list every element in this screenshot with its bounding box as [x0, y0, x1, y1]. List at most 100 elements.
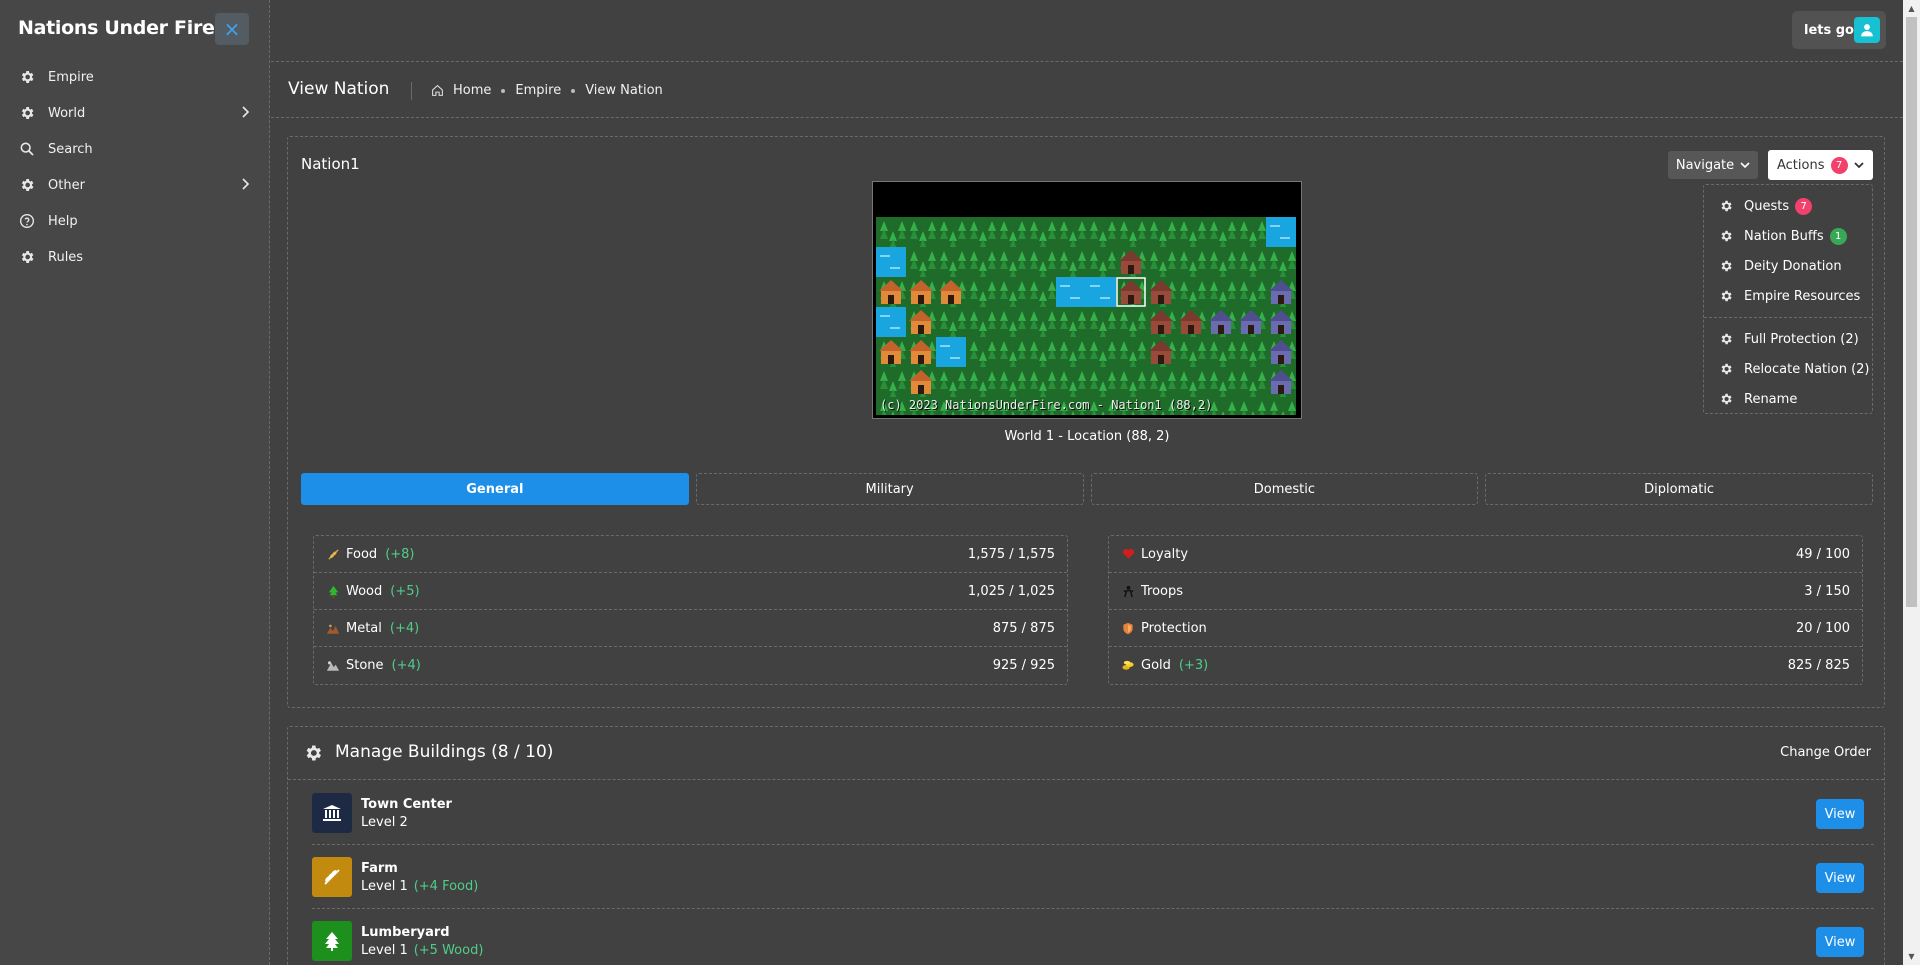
breadcrumb-home[interactable]: Home	[453, 83, 491, 98]
resource-delta: (+3)	[1178, 658, 1209, 673]
resource-delta: (+8)	[385, 546, 415, 562]
resource-label: Metal	[346, 620, 382, 636]
gear-icon	[1718, 258, 1734, 274]
sidebar-item-label: Rules	[48, 249, 84, 265]
tab-diplomatic[interactable]: Diplomatic	[1485, 473, 1873, 505]
resource-value: 875 / 875	[992, 620, 1055, 636]
resource-label: Wood	[346, 583, 383, 599]
menu-item-nation-buffs[interactable]: Nation Buffs 1	[1704, 221, 1872, 251]
breadcrumb-view-nation: View Nation	[585, 83, 663, 98]
view-button[interactable]: View	[1816, 863, 1864, 893]
buildings-title: Manage Buildings (8 / 10)	[335, 742, 554, 762]
chevron-down-icon	[1740, 161, 1750, 169]
food-icon	[326, 547, 340, 561]
building-delta: (+5 Wood)	[413, 943, 484, 958]
building-name: Lumberyard	[361, 925, 450, 940]
sidebar-item-label: World	[48, 105, 86, 121]
building-level-text: Level 2	[361, 815, 408, 830]
resource-label: Protection	[1141, 620, 1207, 636]
bank-icon	[312, 793, 352, 833]
menu-item-rename[interactable]: Rename	[1704, 384, 1872, 414]
sidebar-item-world[interactable]: World	[0, 95, 270, 131]
building-name: Farm	[361, 861, 398, 876]
scroll-down-arrow-icon[interactable]: ▼	[1903, 948, 1920, 965]
actions-badge: 7	[1830, 156, 1848, 174]
gear-icon	[18, 68, 36, 86]
scroll-up-arrow-icon[interactable]: ▲	[1903, 0, 1920, 17]
page-subheader: View Nation Home Empire View Nation	[271, 63, 1903, 118]
chevron-down-icon	[1853, 161, 1864, 169]
building-row-town-center: Town Center Level 2 View	[312, 781, 1874, 845]
change-order-link[interactable]: Change Order	[1780, 745, 1871, 760]
tab-domestic[interactable]: Domestic	[1090, 473, 1479, 505]
page-scrollbar[interactable]: ▲ ▼	[1903, 0, 1920, 965]
building-level-text: Level 1	[361, 879, 408, 894]
view-button[interactable]: View	[1816, 927, 1864, 957]
sidebar-item-other[interactable]: Other	[0, 167, 270, 203]
navigate-button[interactable]: Navigate	[1668, 151, 1758, 179]
resource-value: 1,025 / 1,025	[967, 583, 1055, 599]
resources-table-right: Loyalty 49 / 100 Troops 3 / 150 Protecti…	[1108, 535, 1863, 685]
sidebar-item-label: Empire	[48, 69, 94, 85]
search-icon	[18, 140, 36, 158]
resource-row-protection: Protection 20 / 100	[1109, 610, 1862, 647]
sidebar-item-label: Other	[48, 177, 85, 193]
breadcrumb: Home Empire View Nation	[431, 83, 663, 98]
building-level: Level 2	[361, 815, 408, 830]
user-menu-button[interactable]: lets go	[1792, 11, 1886, 49]
resource-delta: (+4)	[389, 620, 420, 636]
breadcrumb-empire[interactable]: Empire	[515, 83, 561, 98]
chevron-right-icon	[240, 105, 250, 123]
wood-icon	[326, 584, 340, 598]
gear-icon	[303, 743, 323, 767]
sidebar-item-rules[interactable]: Rules	[0, 239, 270, 275]
scrollbar-thumb[interactable]	[1906, 17, 1917, 607]
brand-title: Nations Under Fire	[18, 17, 215, 39]
gear-icon	[1718, 361, 1734, 377]
sidebar-item-empire[interactable]: Empire	[0, 59, 270, 95]
menu-item-label: Relocate Nation (2)	[1744, 361, 1870, 377]
tab-military[interactable]: Military	[695, 473, 1084, 505]
menu-item-full-protection[interactable]: Full Protection (2)	[1704, 324, 1872, 354]
resource-label: Stone	[346, 658, 384, 673]
gear-icon	[18, 176, 36, 194]
menu-item-label: Deity Donation	[1744, 258, 1842, 274]
resource-row-loyalty: Loyalty 49 / 100	[1109, 536, 1862, 573]
sidebar-item-help[interactable]: Help	[0, 203, 270, 239]
nation-name: Nation1	[301, 155, 360, 173]
map-tiles[interactable]	[876, 217, 1298, 415]
close-icon: ×	[223, 17, 241, 41]
sidebar-item-search[interactable]: Search	[0, 131, 270, 167]
menu-item-relocate-nation[interactable]: Relocate Nation (2)	[1704, 354, 1872, 384]
buildings-card: Manage Buildings (8 / 10) Change Order T…	[287, 726, 1885, 965]
world-map[interactable]: (c) 2023 NationsUnderFire.com - Nation1 …	[872, 181, 1302, 419]
resource-value: 825 / 825	[1787, 658, 1850, 673]
gear-icon	[1718, 198, 1734, 214]
actions-label: Actions	[1777, 157, 1825, 173]
building-row-farm: Farm Level 1 (+4 Food) View	[312, 845, 1874, 909]
resource-row-gold: Gold (+3) 825 / 825	[1109, 647, 1862, 684]
menu-item-empire-resources[interactable]: Empire Resources	[1704, 281, 1872, 311]
location-text: World 1 - Location (88, 2)	[1004, 429, 1170, 444]
actions-button[interactable]: Actions 7	[1768, 150, 1873, 180]
resource-value: 925 / 925	[992, 658, 1055, 673]
troops-icon	[1121, 584, 1135, 598]
gold-icon	[1121, 659, 1135, 673]
top-header: lets go	[271, 0, 1903, 62]
home-icon[interactable]	[431, 84, 444, 97]
view-button[interactable]: View	[1816, 799, 1864, 829]
gear-icon	[1718, 288, 1734, 304]
tree-icon	[312, 921, 352, 961]
shield-icon	[1121, 621, 1135, 635]
menu-item-deity-donation[interactable]: Deity Donation	[1704, 251, 1872, 281]
sidebar: Nations Under Fire × Empire World Search…	[0, 0, 270, 965]
tab-general[interactable]: General	[301, 473, 689, 505]
close-sidebar-button[interactable]: ×	[215, 13, 249, 45]
actions-dropdown: Quests 7 Nation Buffs 1 Deity Donation E…	[1703, 184, 1873, 414]
nation-card: Nation1 Navigate Actions 7 Quests 7 Nati…	[287, 136, 1885, 708]
help-icon	[18, 212, 36, 230]
building-delta: (+4 Food)	[413, 879, 479, 894]
resource-row-food: Food (+8) 1,575 / 1,575	[314, 536, 1067, 573]
menu-item-quests[interactable]: Quests 7	[1704, 191, 1872, 221]
quests-badge: 7	[1795, 197, 1813, 215]
